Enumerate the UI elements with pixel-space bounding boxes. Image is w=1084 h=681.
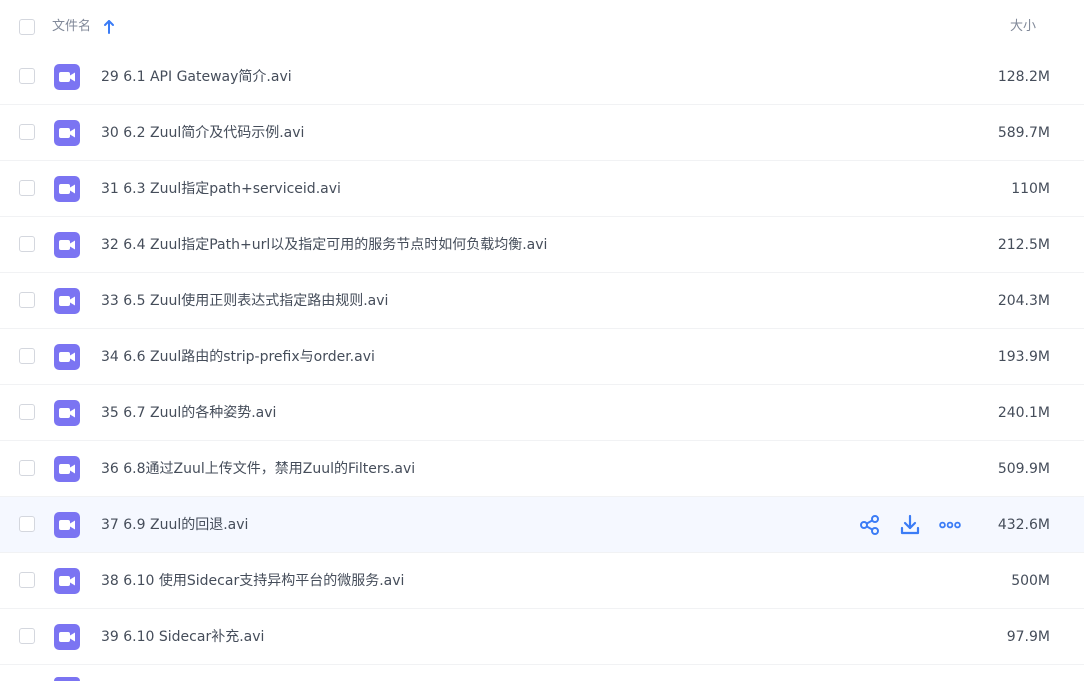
file-size: 193.9M [997, 349, 1050, 365]
row-checkbox[interactable] [19, 348, 35, 364]
file-size: 204.3M [997, 293, 1050, 309]
video-file-icon [54, 288, 80, 314]
file-name[interactable]: 34 6.6 Zuul路由的strip-prefix与order.avi [101, 346, 375, 368]
file-list-header: 文件名 大小 [0, 0, 1084, 50]
file-size: 212.5M [997, 237, 1050, 253]
file-row[interactable]: 38 6.10 使用Sidecar支持异构平台的微服务.avi 500M [0, 553, 1084, 609]
file-name[interactable]: 31 6.3 Zuul指定path+serviceid.avi [101, 178, 341, 200]
file-size: 128.2M [997, 69, 1050, 85]
file-name[interactable]: 32 6.4 Zuul指定Path+url以及指定可用的服务节点时如何负载均衡.… [101, 234, 547, 256]
file-row[interactable]: 35 6.7 Zuul的各种姿势.avi 240.1M [0, 385, 1084, 441]
file-row[interactable]: 33 6.5 Zuul使用正则表达式指定路由规则.avi 204.3M [0, 273, 1084, 329]
row-checkbox[interactable] [19, 460, 35, 476]
file-size: 509.9M [997, 461, 1050, 477]
video-file-icon [54, 677, 80, 681]
row-checkbox[interactable] [19, 68, 35, 84]
column-header-size[interactable]: 大小 [1010, 17, 1036, 37]
file-size: 110M [1011, 181, 1050, 197]
file-name[interactable]: 29 6.1 API Gateway简介.avi [101, 66, 292, 88]
video-file-icon [54, 64, 80, 90]
file-size: 97.9M [1006, 629, 1050, 645]
file-size: 432.6M [997, 517, 1050, 533]
column-header-name[interactable]: 文件名 [52, 17, 91, 37]
row-checkbox[interactable] [19, 628, 35, 644]
video-file-icon [54, 176, 80, 202]
file-row[interactable]: 34 6.6 Zuul路由的strip-prefix与order.avi 193.… [0, 329, 1084, 385]
file-row[interactable]: 37 6.9 Zuul的回退.avi 432.6M [0, 497, 1084, 553]
video-file-icon [54, 456, 80, 482]
row-actions [858, 513, 968, 537]
file-size: 240.1M [997, 405, 1050, 421]
select-all-checkbox[interactable] [19, 19, 35, 35]
file-name[interactable]: 33 6.5 Zuul使用正则表达式指定路由规则.avi [101, 290, 388, 312]
row-checkbox[interactable] [19, 572, 35, 588]
row-checkbox[interactable] [19, 404, 35, 420]
share-icon[interactable] [858, 513, 882, 537]
file-size: 589.7M [997, 125, 1050, 141]
video-file-icon [54, 568, 80, 594]
video-file-icon [54, 624, 80, 650]
file-row[interactable]: 30 6.2 Zuul简介及代码示例.avi 589.7M [0, 105, 1084, 161]
row-checkbox[interactable] [19, 124, 35, 140]
row-checkbox[interactable] [19, 236, 35, 252]
video-file-icon [54, 512, 80, 538]
file-row[interactable]: 36 6.8通过Zuul上传文件，禁用Zuul的Filters.avi 509.9… [0, 441, 1084, 497]
file-row[interactable]: 39 6.10 Sidecar补充.avi 97.9M [0, 609, 1084, 665]
arrow-up-icon[interactable] [103, 19, 115, 35]
row-checkbox[interactable] [19, 292, 35, 308]
file-name[interactable]: 35 6.7 Zuul的各种姿势.avi [101, 402, 276, 424]
video-file-icon [54, 344, 80, 370]
file-name[interactable]: 30 6.2 Zuul简介及代码示例.avi [101, 122, 304, 144]
file-row[interactable]: 29 6.1 API Gateway简介.avi 128.2M [0, 49, 1084, 105]
more-icon[interactable] [938, 513, 962, 537]
file-row[interactable]: 31 6.3 Zuul指定path+serviceid.avi 110M [0, 161, 1084, 217]
video-file-icon [54, 400, 80, 426]
file-name[interactable]: 37 6.9 Zuul的回退.avi [101, 514, 248, 536]
row-checkbox[interactable] [19, 516, 35, 532]
row-checkbox[interactable] [19, 180, 35, 196]
video-file-icon [54, 232, 80, 258]
file-row[interactable]: 32 6.4 Zuul指定Path+url以及指定可用的服务节点时如何负载均衡.… [0, 217, 1084, 273]
file-name[interactable]: 38 6.10 使用Sidecar支持异构平台的微服务.avi [101, 570, 404, 592]
file-name[interactable]: 39 6.10 Sidecar补充.avi [101, 626, 264, 648]
video-file-icon [54, 120, 80, 146]
download-icon[interactable] [898, 513, 922, 537]
file-name[interactable]: 36 6.8通过Zuul上传文件，禁用Zuul的Filters.avi [101, 458, 415, 480]
file-size: 500M [1011, 573, 1050, 589]
